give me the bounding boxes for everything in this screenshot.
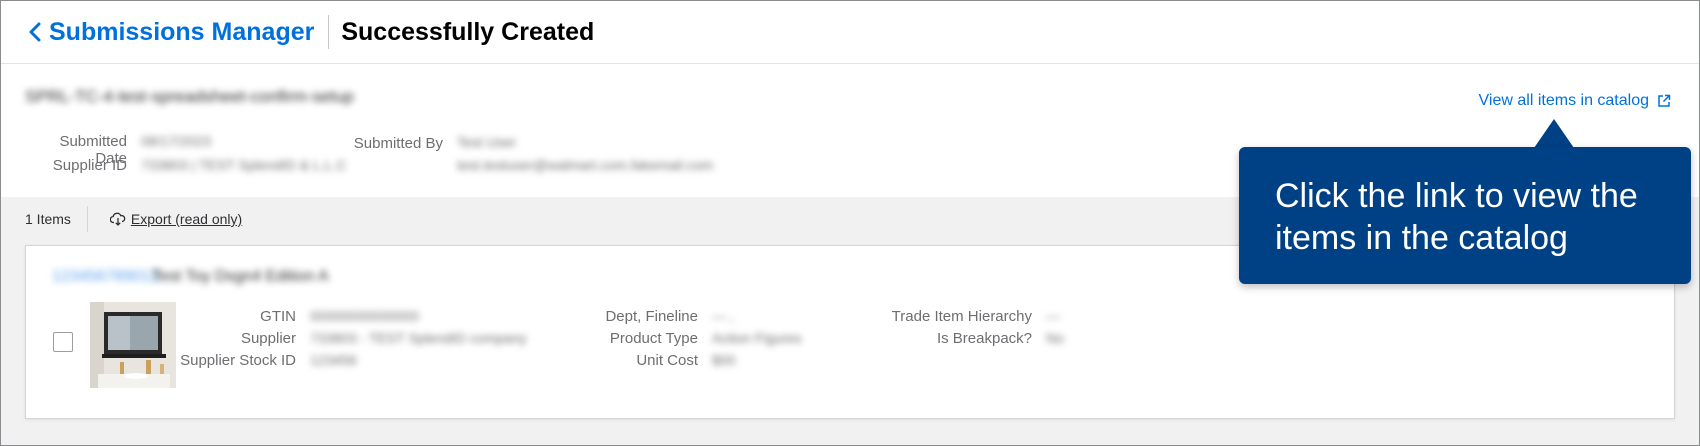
tooltip-callout: Click the link to view the items in the … bbox=[1239, 147, 1691, 284]
submitted-by-name: Test User bbox=[457, 134, 517, 150]
supplier-label: Supplier bbox=[240, 330, 296, 347]
gtin-label: GTIN bbox=[260, 308, 296, 325]
back-link[interactable]: Submissions Manager bbox=[27, 18, 314, 47]
product-type-value: Action Figures bbox=[712, 330, 802, 346]
supplier-stock-id-value: 123456 bbox=[310, 352, 357, 368]
supplier-value: 733803 - TEST SplendID company bbox=[310, 330, 527, 346]
export-label: Export (read only) bbox=[130, 211, 243, 227]
item-checkbox[interactable] bbox=[53, 332, 73, 352]
cloud-download-icon bbox=[109, 212, 126, 226]
item-name: Test Toy Dsgn4 Edition A bbox=[152, 268, 329, 285]
supplier-id-value: 733803 | TEST SplendID & L.L.C bbox=[141, 157, 347, 173]
supplier-id-label: Supplier ID bbox=[52, 157, 127, 174]
page-title: Successfully Created bbox=[341, 17, 595, 46]
product-type-label: Product Type bbox=[609, 330, 698, 347]
view-all-items-label: View all items in catalog bbox=[1478, 92, 1649, 109]
chevron-left-icon bbox=[29, 22, 41, 42]
submission-name: SPRL-TC-4-test-spreadsheet-confirm-setup bbox=[25, 87, 354, 106]
export-button[interactable]: Export (read only) bbox=[109, 211, 243, 227]
dept-fineline-value: — , bbox=[712, 308, 734, 324]
app-frame: Submissions Manager Successfully Created… bbox=[0, 0, 1700, 446]
header-divider bbox=[328, 15, 330, 49]
gtin-value: 00000000000000 bbox=[310, 308, 420, 324]
dept-fineline-label: Dept, Fineline bbox=[605, 308, 698, 325]
is-breakpack-value: No bbox=[1046, 330, 1064, 346]
submitted-date-value: 08/17/2023 bbox=[141, 133, 212, 149]
page-header: Submissions Manager Successfully Created bbox=[1, 1, 1699, 64]
back-link-label: Submissions Manager bbox=[49, 17, 315, 46]
trade-item-hierarchy-label: Trade Item Hierarchy bbox=[891, 308, 1032, 325]
toolbar-divider bbox=[86, 206, 88, 232]
unit-cost-value: $00 bbox=[712, 352, 736, 368]
trade-item-hierarchy-value: — bbox=[1046, 308, 1060, 324]
external-link-icon bbox=[1658, 94, 1671, 107]
supplier-stock-id-label: Supplier Stock ID bbox=[180, 352, 296, 369]
tooltip-text: Click the link to view the items in the … bbox=[1275, 177, 1638, 257]
is-breakpack-label: Is Breakpack? bbox=[936, 330, 1032, 347]
submitted-by-email: test.testuser@walmart.com.fakemail.com bbox=[457, 157, 714, 173]
items-count: 1 Items bbox=[25, 211, 71, 227]
unit-cost-label: Unit Cost bbox=[636, 352, 698, 369]
submitted-by-label: Submitted By bbox=[353, 135, 443, 152]
tooltip-pointer bbox=[1534, 119, 1574, 148]
view-all-items-link[interactable]: View all items in catalog bbox=[1479, 92, 1671, 110]
item-id[interactable]: 123456789012 bbox=[52, 268, 159, 286]
